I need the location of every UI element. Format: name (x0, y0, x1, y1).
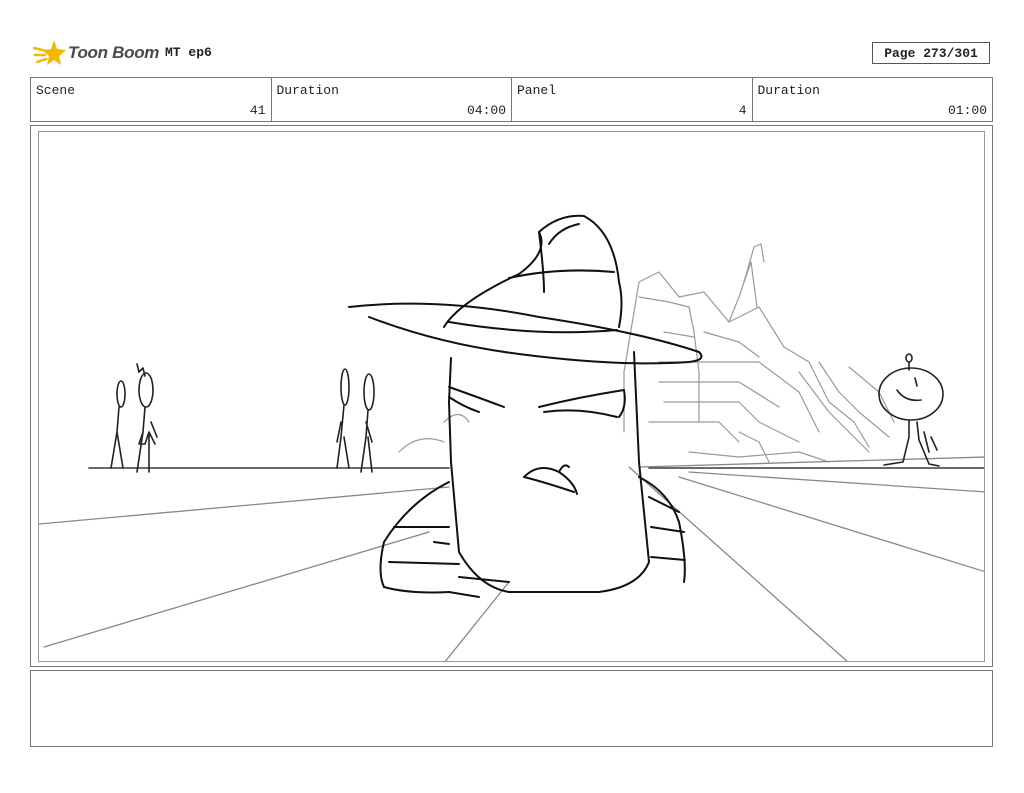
notes-box (30, 670, 993, 747)
storyboard-panel (30, 125, 993, 667)
panel-frame (38, 131, 985, 662)
panel-value: 4 (738, 103, 747, 118)
scene-duration-value: 04:00 (466, 103, 506, 118)
logo-text: Toon Boom (68, 43, 160, 62)
scene-label: Scene (36, 83, 76, 98)
ground-lines (39, 456, 984, 661)
scene-duration-label: Duration (276, 83, 339, 98)
page-number: Page 273/301 (872, 42, 990, 64)
toon-boom-logo: Toon Boom (32, 36, 159, 70)
panel-duration-cell: Duration 01:00 (753, 78, 993, 121)
toon-boom-star-icon (32, 40, 66, 65)
panel-duration-label: Duration (757, 83, 820, 98)
panel-duration-value: 01:00 (947, 103, 987, 118)
storyboard-sketch (39, 214, 984, 661)
character-hat (348, 214, 703, 365)
character-head (379, 351, 686, 598)
scene-value: 41 (249, 103, 266, 118)
figures-middle (336, 368, 375, 473)
figures-left (110, 363, 158, 473)
panel-label: Panel (517, 83, 557, 98)
project-title: MT ep6 (165, 45, 212, 60)
scene-duration-cell: Duration 04:00 (272, 78, 512, 121)
scene-cell: Scene 41 (31, 78, 272, 121)
panel-cell: Panel 4 (512, 78, 753, 121)
info-row: Scene 41 Duration 04:00 Panel 4 Duration… (30, 77, 993, 122)
background-structure (398, 243, 895, 463)
